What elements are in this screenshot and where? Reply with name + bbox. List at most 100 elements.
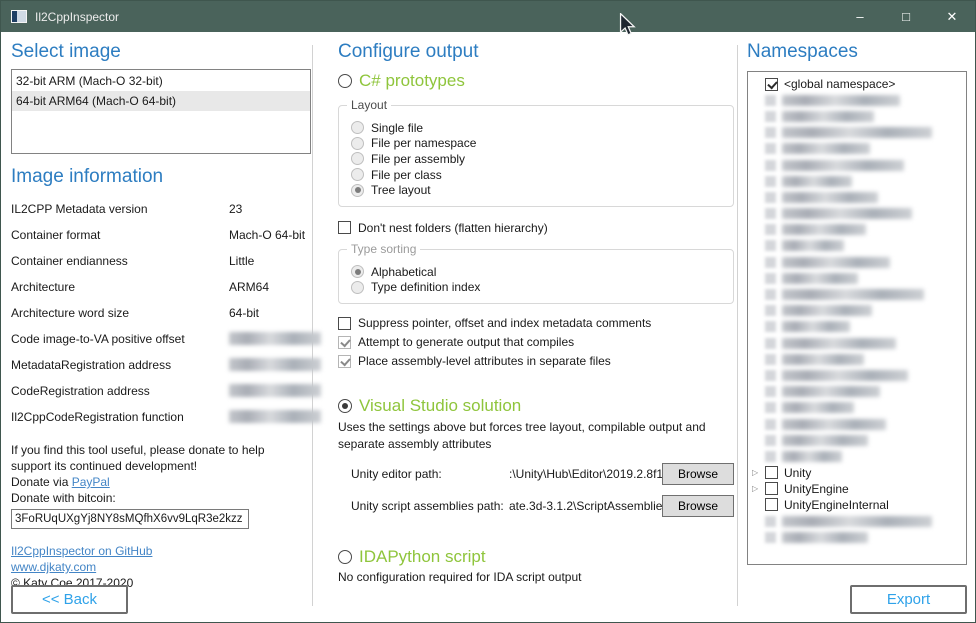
layout-option[interactable]: Tree layout bbox=[351, 182, 733, 198]
radio-icon[interactable] bbox=[351, 121, 364, 134]
namespace-item-redacted[interactable] bbox=[748, 222, 966, 238]
title-bar[interactable]: Il2CppInspector – □ ✕ bbox=[1, 1, 975, 32]
minimize-button[interactable]: – bbox=[837, 1, 883, 32]
namespace-item-redacted[interactable] bbox=[748, 254, 966, 270]
namespace-item-redacted[interactable] bbox=[748, 108, 966, 124]
radio-icon[interactable] bbox=[338, 74, 352, 88]
namespace-item-redacted[interactable] bbox=[748, 92, 966, 108]
csharp-prototypes-option[interactable]: C# prototypes bbox=[338, 71, 734, 91]
output-checkbox-label: Attempt to generate output that compiles bbox=[358, 335, 574, 349]
radio-icon[interactable] bbox=[351, 265, 364, 278]
namespace-item[interactable]: ▷UnityEngine bbox=[748, 481, 966, 497]
checkbox-icon[interactable] bbox=[338, 355, 351, 368]
image-listbox: 32-bit ARM (Mach-O 32-bit)64-bit ARM64 (… bbox=[11, 69, 311, 154]
checkbox-icon[interactable] bbox=[765, 78, 778, 91]
paypal-link[interactable]: PayPal bbox=[72, 475, 110, 489]
checkbox-icon[interactable] bbox=[765, 466, 778, 479]
radio-icon[interactable] bbox=[351, 184, 364, 197]
namespace-item-redacted[interactable] bbox=[748, 384, 966, 400]
idapython-description: No configuration required for IDA script… bbox=[338, 570, 734, 584]
output-checkbox-row[interactable]: Attempt to generate output that compiles bbox=[338, 335, 734, 349]
namespace-item-redacted[interactable] bbox=[748, 529, 966, 545]
namespace-item-redacted[interactable] bbox=[748, 335, 966, 351]
namespace-item-redacted[interactable] bbox=[748, 157, 966, 173]
export-button[interactable]: Export bbox=[850, 585, 967, 614]
unity-script-assemblies-browse-button[interactable]: Browse bbox=[662, 495, 734, 517]
radio-icon[interactable] bbox=[351, 281, 364, 294]
expander-icon[interactable]: ▷ bbox=[752, 465, 765, 481]
redacted-label bbox=[782, 516, 932, 527]
namespace-item-redacted[interactable] bbox=[748, 400, 966, 416]
flatten-hierarchy-checkbox-row[interactable]: Don't nest folders (flatten hierarchy) bbox=[338, 221, 734, 235]
radio-icon[interactable] bbox=[351, 168, 364, 181]
redacted-label bbox=[782, 224, 866, 235]
namespaces-listbox: <global namespace> ▷Unity▷UnityEngineUnit… bbox=[747, 71, 967, 565]
namespace-item-redacted[interactable] bbox=[748, 141, 966, 157]
output-checkbox-row[interactable]: Place assembly-level attributes in separ… bbox=[338, 354, 734, 368]
redacted-checkbox bbox=[765, 386, 776, 397]
namespace-item-redacted[interactable] bbox=[748, 351, 966, 367]
redacted-checkbox bbox=[765, 321, 776, 332]
visual-studio-solution-option[interactable]: Visual Studio solution bbox=[338, 396, 734, 416]
image-list-item[interactable]: 64-bit ARM64 (Mach-O 64-bit) bbox=[12, 91, 310, 111]
unity-editor-browse-button[interactable]: Browse bbox=[662, 463, 734, 485]
redacted-value bbox=[229, 358, 321, 371]
namespace-item[interactable]: <global namespace> bbox=[748, 76, 966, 92]
radio-icon[interactable] bbox=[338, 399, 352, 413]
layout-option[interactable]: File per class bbox=[351, 167, 733, 183]
type-sorting-option[interactable]: Type definition index bbox=[351, 280, 733, 296]
image-list-item[interactable]: 32-bit ARM (Mach-O 32-bit) bbox=[12, 71, 310, 91]
checkbox-icon[interactable] bbox=[338, 221, 351, 234]
output-checkbox-row[interactable]: Suppress pointer, offset and index metad… bbox=[338, 316, 734, 330]
window-title: Il2CppInspector bbox=[35, 10, 119, 24]
namespace-item-redacted[interactable] bbox=[748, 173, 966, 189]
namespace-item-redacted[interactable] bbox=[748, 189, 966, 205]
website-link[interactable]: www.djkaty.com bbox=[11, 560, 96, 574]
namespace-item-redacted[interactable] bbox=[748, 367, 966, 383]
redacted-label bbox=[782, 402, 854, 413]
checkbox-icon[interactable] bbox=[765, 482, 778, 495]
namespace-item-redacted[interactable] bbox=[748, 270, 966, 286]
namespace-item-redacted[interactable] bbox=[748, 286, 966, 302]
redacted-label bbox=[782, 305, 872, 316]
configure-output-header: Configure output bbox=[338, 41, 734, 63]
namespace-item-redacted[interactable] bbox=[748, 319, 966, 335]
donate-via-label: Donate via bbox=[11, 475, 72, 489]
checkbox-icon[interactable] bbox=[765, 498, 778, 511]
type-sorting-option[interactable]: Alphabetical bbox=[351, 264, 733, 280]
app-icon bbox=[11, 10, 27, 23]
github-link[interactable]: Il2CppInspector on GitHub bbox=[11, 544, 152, 558]
expander-icon[interactable]: ▷ bbox=[752, 481, 765, 497]
checkbox-icon[interactable] bbox=[338, 317, 351, 330]
bitcoin-address-input[interactable] bbox=[11, 509, 249, 529]
namespace-item[interactable]: ▷Unity bbox=[748, 465, 966, 481]
layout-option[interactable]: Single file bbox=[351, 120, 733, 136]
info-label: Architecture word size bbox=[11, 306, 229, 320]
close-button[interactable]: ✕ bbox=[929, 1, 975, 32]
back-button[interactable]: << Back bbox=[11, 585, 128, 614]
idapython-script-label: IDAPython script bbox=[359, 547, 486, 567]
checkbox-icon[interactable] bbox=[338, 336, 351, 349]
maximize-button[interactable]: □ bbox=[883, 1, 929, 32]
layout-option[interactable]: File per namespace bbox=[351, 136, 733, 152]
namespace-item-redacted[interactable] bbox=[748, 513, 966, 529]
redacted-checkbox bbox=[765, 338, 776, 349]
namespace-item-redacted[interactable] bbox=[748, 448, 966, 464]
info-row: Architecture word size64-bit bbox=[11, 306, 311, 332]
namespace-item-redacted[interactable] bbox=[748, 303, 966, 319]
namespace-item-redacted[interactable] bbox=[748, 238, 966, 254]
idapython-script-option[interactable]: IDAPython script bbox=[338, 547, 734, 567]
radio-icon[interactable] bbox=[351, 152, 364, 165]
namespace-item-redacted[interactable] bbox=[748, 432, 966, 448]
layout-label: File per assembly bbox=[371, 152, 465, 166]
layout-option[interactable]: File per assembly bbox=[351, 151, 733, 167]
namespace-item[interactable]: UnityEngineInternal bbox=[748, 497, 966, 513]
namespace-item-redacted[interactable] bbox=[748, 125, 966, 141]
namespace-item-redacted[interactable] bbox=[748, 206, 966, 222]
layout-label: File per class bbox=[371, 168, 442, 182]
app-window: Il2CppInspector – □ ✕ Select image 32-bi… bbox=[0, 0, 976, 623]
radio-icon[interactable] bbox=[338, 550, 352, 564]
namespace-item-redacted[interactable] bbox=[748, 416, 966, 432]
radio-icon[interactable] bbox=[351, 137, 364, 150]
redacted-label bbox=[782, 435, 868, 446]
